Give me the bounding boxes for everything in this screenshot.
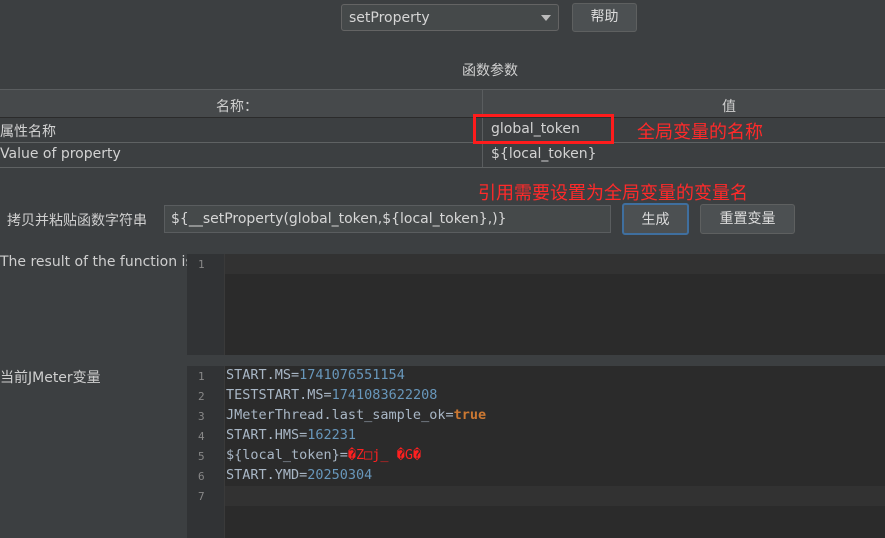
function-select[interactable]: setProperty xyxy=(341,4,559,31)
table-row[interactable]: Value of property ${local_token} xyxy=(0,143,885,168)
result-label: The result of the function is xyxy=(0,254,193,270)
function-string-value: ${__setProperty(global_token,${local_tok… xyxy=(171,211,507,227)
line-gutter: 1 2 3 4 5 6 7 xyxy=(187,366,225,538)
col-name-header: 名称： xyxy=(216,99,258,115)
param-name: 属性名称 xyxy=(0,124,56,140)
function-select-value: setProperty xyxy=(349,10,430,26)
code-line: START.YMD=20250304 xyxy=(226,467,373,483)
code-line: START.HMS=162231 xyxy=(226,427,357,443)
section-title: 函数参数 xyxy=(462,63,518,79)
jmeter-vars-label: 当前JMeter变量 xyxy=(0,370,101,386)
function-string-label: 拷贝并粘贴函数字符串 xyxy=(7,213,147,229)
code-line: ${local_token}=�Z□j_ �G� xyxy=(226,447,422,463)
chevron-down-icon xyxy=(541,15,551,21)
result-editor[interactable]: 1 xyxy=(187,254,885,355)
code-line: TESTSTART.MS=1741083622208 xyxy=(226,387,438,403)
help-button[interactable]: 帮助 xyxy=(572,3,637,32)
code-line: JMeterThread.last_sample_ok=true xyxy=(226,407,487,423)
col-value-header: 值 xyxy=(722,99,736,115)
params-table-header: 名称： 值 xyxy=(0,89,885,118)
generate-button[interactable]: 生成 xyxy=(622,203,689,235)
annotation-reference-note: 引用需要设置为全局变量的变量名 xyxy=(478,183,748,204)
annotation-global-name: 全局变量的名称 xyxy=(637,122,763,143)
line-gutter: 1 xyxy=(187,254,225,355)
code-line: START.MS=1741076551154 xyxy=(226,367,405,383)
reset-button[interactable]: 重置变量 xyxy=(700,204,795,234)
param-value[interactable]: ${local_token} xyxy=(491,146,597,162)
function-string-field[interactable]: ${__setProperty(global_token,${local_tok… xyxy=(164,205,611,233)
param-name: Value of property xyxy=(0,146,121,162)
jmeter-vars-editor[interactable]: 1 2 3 4 5 6 7 START.MS=1741076551154 TES… xyxy=(187,366,885,538)
highlight-box xyxy=(473,114,614,144)
